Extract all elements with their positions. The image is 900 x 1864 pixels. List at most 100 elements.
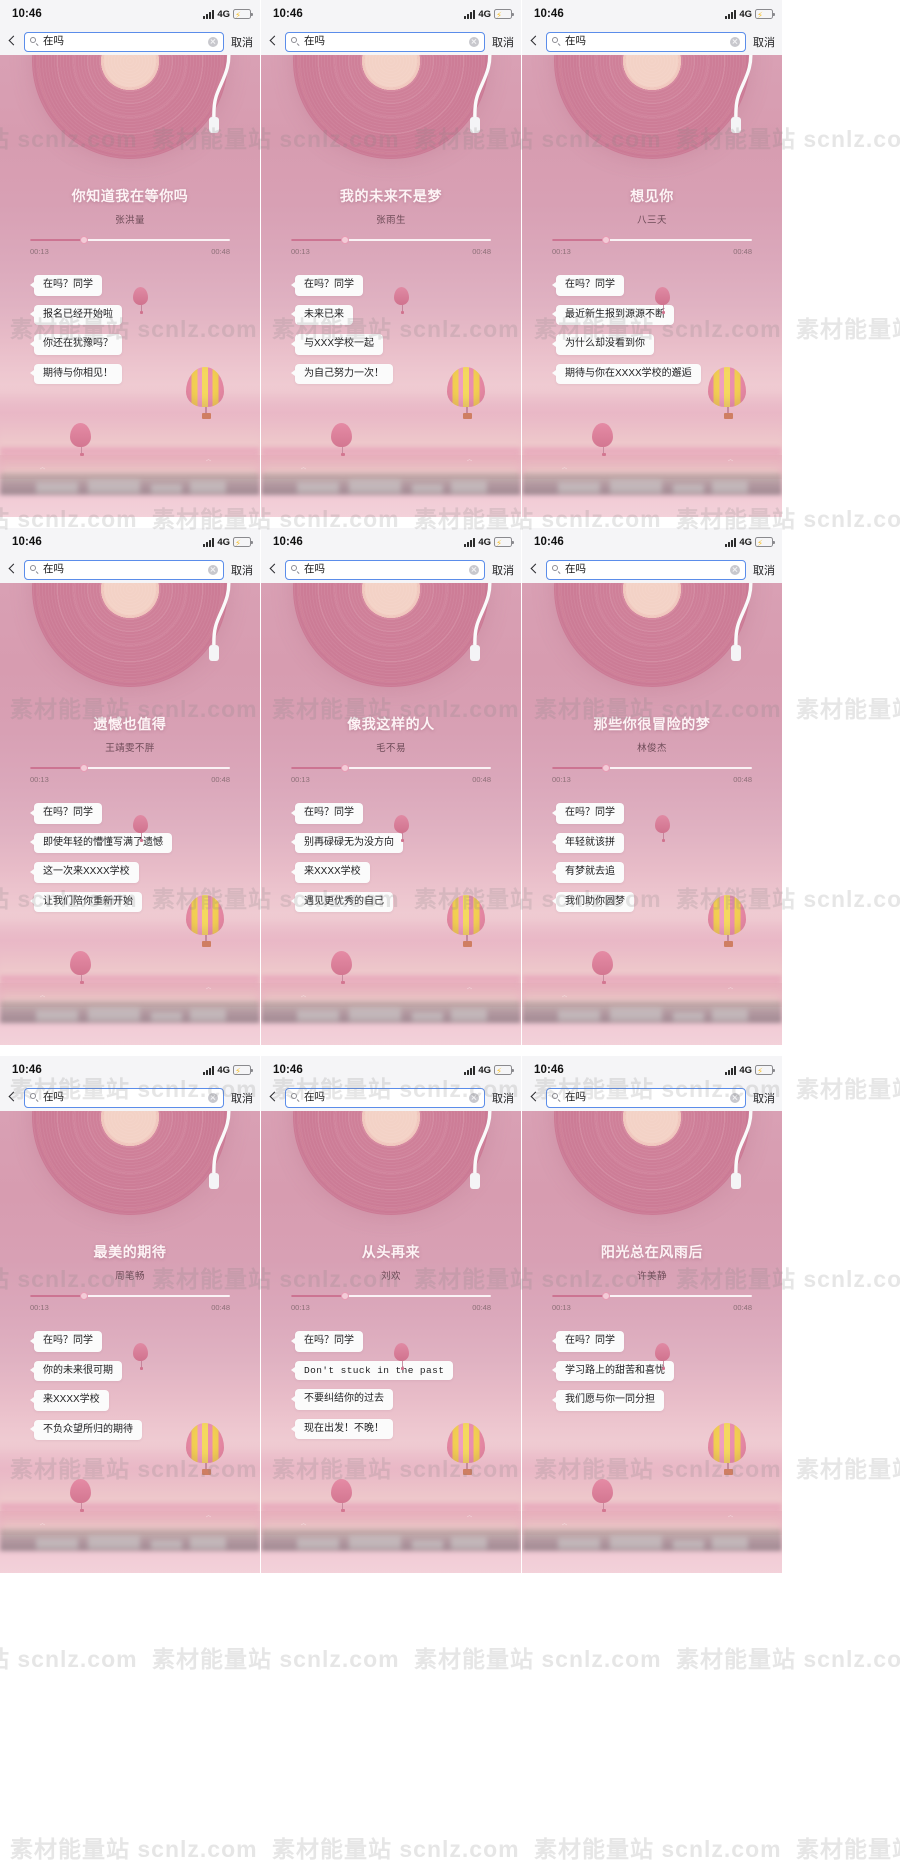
- cancel-button[interactable]: 取消: [751, 1090, 775, 1106]
- elapsed-time: 00:13: [291, 1303, 310, 1312]
- progress-knob[interactable]: [341, 763, 349, 772]
- progress-slider[interactable]: [291, 1291, 491, 1300]
- cancel-button[interactable]: 取消: [229, 562, 253, 578]
- progress-knob[interactable]: [80, 763, 88, 772]
- progress-slider[interactable]: [552, 763, 752, 772]
- clear-circle-icon[interactable]: [730, 1092, 740, 1103]
- status-time: 10:46: [12, 8, 42, 20]
- phone-mockup-5: 10:46 4G ⚡ 在吗 取消 像我这样的人 毛不易 00:13 00:48 …: [261, 528, 521, 1045]
- back-chevron-icon[interactable]: [266, 562, 280, 578]
- player-artwork: 像我这样的人 毛不易 00:13 00:48 在吗？同学 别再碌碌无为没方向 来XX…: [261, 583, 521, 1045]
- clear-circle-icon[interactable]: [730, 564, 740, 575]
- clear-circle-icon[interactable]: [469, 1092, 479, 1103]
- song-title: 那些你很冒险的梦: [593, 716, 711, 732]
- chat-bubble: 在吗？同学: [30, 1331, 102, 1352]
- clear-circle-icon[interactable]: [208, 564, 218, 575]
- progress-slider[interactable]: [291, 763, 491, 772]
- cancel-button[interactable]: 取消: [229, 1090, 253, 1106]
- search-input[interactable]: 在吗: [546, 1087, 746, 1108]
- status-bar: 10:46 4G ⚡: [522, 0, 782, 28]
- chat-bubble-list: 在吗？同学 别再碌碌无为没方向 来XXXX学校 遇见更优秀的自己: [291, 803, 507, 921]
- status-time: 10:46: [12, 536, 42, 548]
- network-label: 4G: [478, 1064, 491, 1076]
- back-chevron-icon[interactable]: [5, 34, 19, 50]
- cityscape-strip: [522, 1001, 782, 1023]
- search-input[interactable]: 在吗: [285, 559, 485, 580]
- search-input[interactable]: 在吗: [24, 559, 224, 580]
- cancel-button[interactable]: 取消: [490, 34, 514, 50]
- cancel-button[interactable]: 取消: [490, 562, 514, 578]
- progress-knob[interactable]: [602, 1291, 610, 1300]
- network-label: 4G: [478, 536, 491, 548]
- watermark-text: 素材能量站 scnlz.com: [10, 1836, 258, 1862]
- progress-slider[interactable]: [30, 235, 230, 244]
- progress-knob[interactable]: [80, 235, 88, 244]
- cityscape-strip: [0, 473, 260, 495]
- sunset-band: [522, 385, 782, 455]
- progress-fill: [552, 1295, 606, 1297]
- clear-circle-icon[interactable]: [469, 564, 479, 575]
- back-chevron-icon[interactable]: [5, 1090, 19, 1106]
- progress-knob[interactable]: [602, 235, 610, 244]
- battery-charging-icon: ⚡: [755, 9, 775, 19]
- network-label: 4G: [739, 8, 752, 20]
- search-bar: 在吗 取消: [522, 556, 782, 583]
- chat-bubble: 学习路上的甜苦和喜忧: [552, 1360, 674, 1381]
- back-chevron-icon[interactable]: [5, 562, 19, 578]
- song-artist: 毛不易: [376, 743, 406, 754]
- cancel-button[interactable]: 取消: [490, 1090, 514, 1106]
- song-artist: 张洪量: [115, 215, 145, 226]
- sunset-band: [0, 913, 260, 983]
- phone-mockup-grid: 10:46 4G ⚡ 在吗 取消 你知道我在等你吗 张洪量 00:13 00:4…: [0, 0, 900, 1818]
- search-input[interactable]: 在吗: [546, 31, 746, 52]
- bird-icon: [301, 995, 306, 998]
- progress-slider[interactable]: [552, 235, 752, 244]
- watermark-text: 素材能量站 scnlz.com: [796, 1836, 900, 1862]
- cancel-button[interactable]: 取消: [229, 34, 253, 50]
- search-icon: [30, 565, 39, 574]
- status-bar: 10:46 4G ⚡: [522, 1056, 782, 1084]
- status-indicators: 4G ⚡: [725, 1065, 775, 1076]
- phone-mockup-8: 10:46 4G ⚡ 在吗 取消 从头再来 刘欢 00:13 00:48 在吗？…: [261, 1056, 521, 1573]
- back-chevron-icon[interactable]: [527, 34, 541, 50]
- clear-circle-icon[interactable]: [208, 1092, 218, 1103]
- elapsed-time: 00:13: [291, 247, 310, 256]
- clear-circle-icon[interactable]: [469, 36, 479, 47]
- back-chevron-icon[interactable]: [527, 1090, 541, 1106]
- back-chevron-icon[interactable]: [266, 1090, 280, 1106]
- search-input[interactable]: 在吗: [285, 31, 485, 52]
- search-bar: 在吗 取消: [522, 1084, 782, 1111]
- bird-icon: [562, 1523, 567, 1526]
- progress-slider[interactable]: [291, 235, 491, 244]
- signal-bars-icon: [464, 1065, 476, 1075]
- song-title: 像我这样的人: [347, 716, 435, 732]
- search-input[interactable]: 在吗: [24, 31, 224, 52]
- clear-circle-icon[interactable]: [208, 36, 218, 47]
- chat-bubble-list: 在吗？同学 即使年轻的懵懂写满了遗憾 这一次来XXXX学校 让我们陪你重新开始: [30, 803, 246, 921]
- search-input-value: 在吗: [43, 35, 64, 48]
- cancel-button[interactable]: 取消: [751, 562, 775, 578]
- progress-knob[interactable]: [341, 1291, 349, 1300]
- progress-knob[interactable]: [80, 1291, 88, 1300]
- search-bar: 在吗 取消: [522, 28, 782, 55]
- search-input[interactable]: 在吗: [24, 1087, 224, 1108]
- battery-charging-icon: ⚡: [233, 537, 253, 547]
- back-chevron-icon[interactable]: [527, 562, 541, 578]
- player-artwork: 你知道我在等你吗 张洪量 00:13 00:48 在吗？同学 报名已经开始啦 你还在…: [0, 55, 260, 517]
- phone-mockup-7: 10:46 4G ⚡ 在吗 取消 最美的期待 周笔畅 00:13 00:48 在…: [0, 1056, 260, 1573]
- duration-time: 00:48: [472, 1303, 491, 1312]
- clear-circle-icon[interactable]: [730, 36, 740, 47]
- network-label: 4G: [478, 8, 491, 20]
- back-chevron-icon[interactable]: [266, 34, 280, 50]
- progress-knob[interactable]: [341, 235, 349, 244]
- progress-slider[interactable]: [30, 1291, 230, 1300]
- search-input[interactable]: 在吗: [285, 1087, 485, 1108]
- cancel-button[interactable]: 取消: [751, 34, 775, 50]
- sunset-band: [261, 913, 521, 983]
- cityscape-strip: [0, 1529, 260, 1551]
- player-artwork: 最美的期待 周笔畅 00:13 00:48 在吗？同学 你的未来很可期 来XXXX学…: [0, 1111, 260, 1573]
- search-input[interactable]: 在吗: [546, 559, 746, 580]
- progress-slider[interactable]: [30, 763, 230, 772]
- progress-slider[interactable]: [552, 1291, 752, 1300]
- progress-knob[interactable]: [602, 763, 610, 772]
